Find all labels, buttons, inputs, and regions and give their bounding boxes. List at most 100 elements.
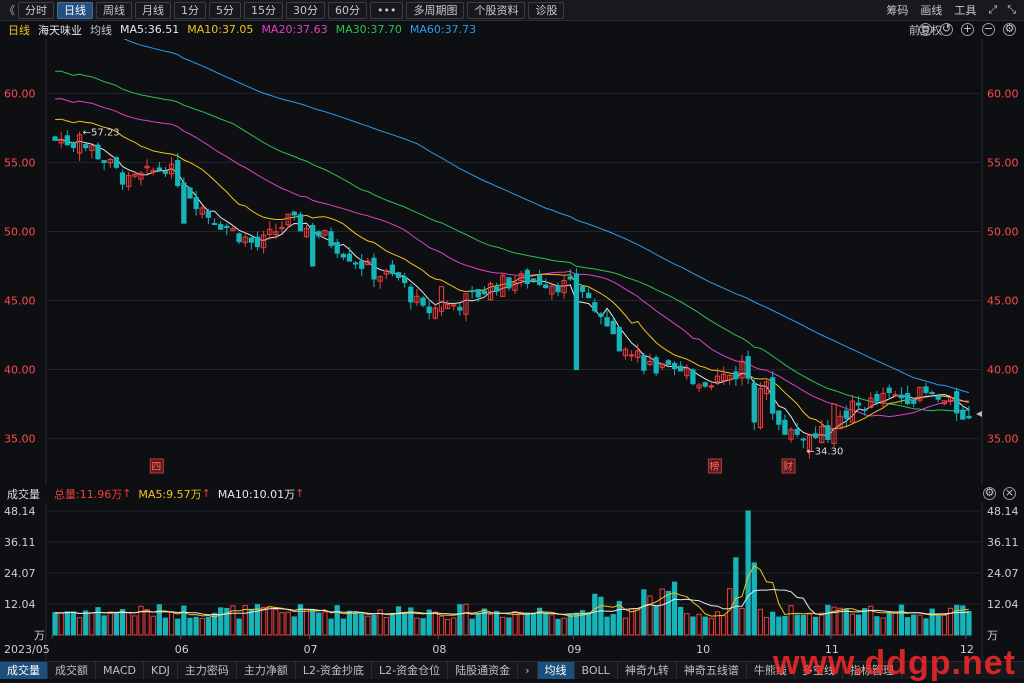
volume-bar <box>113 612 120 636</box>
indicator-tab-9[interactable]: 均线 <box>537 662 575 679</box>
indicator-tab-7[interactable]: L2-资金仓位 <box>372 662 449 679</box>
tab-scroll-icon[interactable]: › <box>518 662 538 679</box>
candle-body <box>193 197 199 210</box>
undo-icon[interactable]: ↺ <box>940 23 953 36</box>
candle-body <box>340 253 346 258</box>
indicator-tab-6[interactable]: L2-资金抄底 <box>296 662 373 679</box>
volume-bar <box>420 618 426 636</box>
volume-bar <box>843 608 849 636</box>
zoom-in-icon[interactable]: + <box>961 23 974 36</box>
candle-body <box>690 369 696 385</box>
volume-bar <box>855 614 862 636</box>
close-icon[interactable]: × <box>1003 487 1016 500</box>
period-button-10[interactable]: 多周期图 <box>406 1 465 19</box>
maximize-icon[interactable]: ⤡ <box>1007 3 1016 17</box>
volume-bar <box>819 612 825 636</box>
candle-body <box>530 278 537 281</box>
indicator-tab-10[interactable]: BOLL <box>575 662 618 679</box>
indicator-tab-3[interactable]: KDJ <box>144 662 178 679</box>
candle-body <box>702 382 708 387</box>
volume-bar <box>800 614 806 636</box>
period-button-3[interactable]: 月线 <box>135 1 171 19</box>
candle-body <box>671 363 678 369</box>
candle-body <box>954 391 960 414</box>
volume-title[interactable]: 成交量 <box>7 486 40 502</box>
volume-bar <box>187 617 193 636</box>
ma30-line <box>55 70 969 412</box>
volume-bar <box>622 617 629 636</box>
tools-button[interactable]: 工具 <box>954 2 976 18</box>
period-button-9[interactable]: ••• <box>370 1 404 19</box>
volume-bar <box>248 608 254 636</box>
price-tick-left: 40.00 <box>4 364 36 377</box>
settings-icon[interactable]: ⚙ <box>983 487 996 500</box>
zoom-out-icon[interactable]: − <box>982 23 995 36</box>
draw-button[interactable]: 画线 <box>920 2 942 18</box>
volume-bar <box>684 613 690 636</box>
period-buttons: 分时 日线 周线 月线 1分 5分 15分 30分 60分 ••• 多周期图 个股资料 诊股 <box>15 1 565 19</box>
period-button-5[interactable]: 5分 <box>209 1 241 19</box>
indicator-tab-11[interactable]: 神奇九转 <box>618 662 677 679</box>
candle-body <box>812 433 819 438</box>
indicator-tab-1[interactable]: 成交额 <box>48 662 96 679</box>
volume-bar <box>205 616 212 636</box>
period-button-2[interactable]: 周线 <box>96 1 132 19</box>
candle-body <box>708 385 714 388</box>
indicator-tab-8[interactable]: 陆股通资金 <box>448 662 519 679</box>
volume-tick-left: 48.14 <box>4 505 36 518</box>
volume-bar <box>402 613 408 636</box>
volume-bar <box>524 612 530 636</box>
candle-body <box>904 393 911 405</box>
indicator-tab-2[interactable]: MACD <box>96 662 144 679</box>
candle-body <box>960 409 966 420</box>
indicator-type[interactable]: 均线 <box>90 22 112 38</box>
period-button-7[interactable]: 30分 <box>286 1 325 19</box>
expand-icon[interactable]: ⤢ <box>988 3 997 17</box>
date-label: 10 <box>696 643 710 656</box>
indicator-tab-12[interactable]: 神奇五线谱 <box>677 662 747 679</box>
period-button-6[interactable]: 15分 <box>244 1 283 19</box>
volume-bar <box>598 596 604 636</box>
volume-tick-right: 12.04 <box>987 598 1019 611</box>
price-tick-left: 35.00 <box>4 433 36 446</box>
price-chart[interactable]: 60.00 60.00 55.00 55.00 50.00 50.00 45.00 45.00… <box>0 39 1024 484</box>
candle-body <box>162 171 169 174</box>
volume-bar <box>610 614 616 636</box>
settings-icon[interactable]: ⚙ <box>1003 23 1016 36</box>
volume-bar <box>586 612 592 636</box>
volume-tick-left: 36.11 <box>4 536 36 549</box>
period-button-4[interactable]: 1分 <box>174 1 206 19</box>
volume-bar <box>76 617 83 636</box>
volume-chart[interactable]: 48.14 48.14 36.11 36.11 24.07 24.07 12.04 12.04… <box>0 503 1024 660</box>
volume-bar <box>874 616 880 636</box>
volume-bar <box>267 606 273 636</box>
volume-bar <box>653 605 659 636</box>
indicator-tab-4[interactable]: 主力密码 <box>178 662 237 679</box>
period-button-8[interactable]: 60分 <box>328 1 367 19</box>
stock-name[interactable]: 海天味业 <box>38 22 82 38</box>
candle-body <box>653 357 659 374</box>
indicator-tab-5[interactable]: 主力净额 <box>237 662 296 679</box>
candle-body <box>770 377 776 414</box>
ma5-line <box>55 139 970 437</box>
volume-bar <box>849 613 856 636</box>
ma20-label: MA20:37.63 <box>261 23 328 36</box>
lock-icon[interactable]: ▫ <box>919 23 932 36</box>
period-button-0[interactable]: 分时 <box>18 1 54 19</box>
back-icon[interactable]: 《 <box>4 2 15 18</box>
volume-bar <box>334 605 340 636</box>
period-button-1[interactable]: 日线 <box>57 1 93 19</box>
indicator-tab-0[interactable]: 成交量 <box>0 662 48 679</box>
volume-bar <box>322 611 328 636</box>
candle-body <box>181 182 187 224</box>
volume-bar <box>346 610 353 636</box>
period-button-11[interactable]: 个股资料 <box>467 1 526 19</box>
volume-bar <box>898 604 905 636</box>
period-button-12[interactable]: 诊股 <box>528 1 565 19</box>
volume-bar <box>107 612 113 636</box>
candle-body <box>604 317 610 327</box>
volume-tick-right: 24.07 <box>987 567 1019 580</box>
chips-button[interactable]: 筹码 <box>886 2 908 18</box>
volume-bar <box>561 617 567 636</box>
volume-bar <box>52 612 58 636</box>
